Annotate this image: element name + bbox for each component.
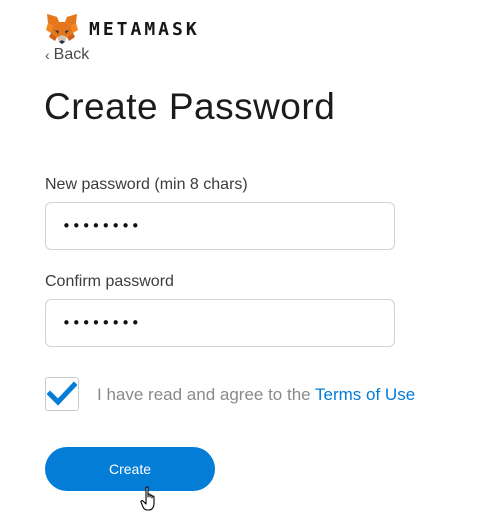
terms-of-use-link[interactable]: Terms of Use: [315, 385, 415, 404]
checkmark-icon: [47, 381, 77, 406]
back-label: Back: [53, 46, 90, 63]
agreement-text: I have read and agree to the Terms of Us…: [97, 385, 415, 405]
new-password-label: New password (min 8 chars): [45, 176, 248, 193]
back-link[interactable]: ‹ Back: [45, 46, 89, 64]
create-password-page: METAMASK ‹ Back Create Password New pass…: [0, 0, 479, 531]
chevron-left-icon: ‹: [45, 47, 50, 63]
new-password-input[interactable]: [45, 202, 395, 250]
create-button[interactable]: Create: [45, 447, 215, 491]
page-title: Create Password: [44, 86, 336, 127]
metamask-fox-icon: [46, 14, 78, 44]
agreement-label: I have read and agree to the: [97, 385, 311, 404]
confirm-password-input[interactable]: [45, 299, 395, 347]
hand-pointer-cursor-icon: [140, 486, 155, 511]
brand-header: METAMASK: [45, 13, 200, 45]
confirm-password-label: Confirm password: [45, 273, 174, 290]
brand-wordmark: METAMASK: [89, 18, 200, 40]
terms-checkbox[interactable]: [45, 377, 79, 411]
